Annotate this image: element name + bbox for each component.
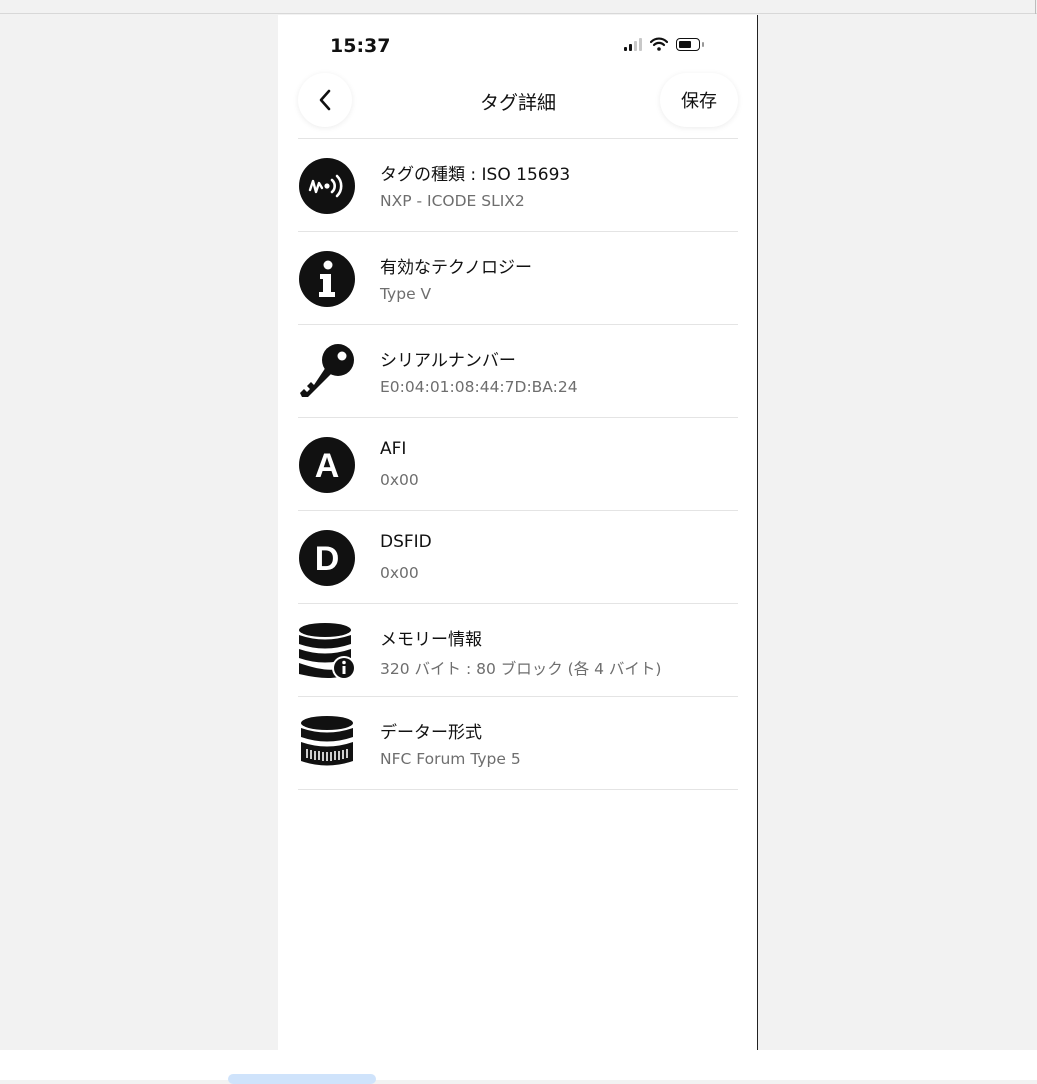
detail-value: NXP - ICODE SLIX2 bbox=[380, 192, 525, 210]
detail-title: シリアルナンバー bbox=[380, 351, 516, 371]
status-icons bbox=[624, 37, 704, 51]
detail-value: E0:04:01:08:44:7D:BA:24 bbox=[380, 378, 578, 396]
detail-value: Type V bbox=[380, 285, 432, 303]
detail-title: DSFID bbox=[380, 532, 432, 552]
key-icon bbox=[300, 344, 354, 397]
detail-row-data-format: データー形式 NFC Forum Type 5 bbox=[298, 697, 738, 790]
bottom-button-partial[interactable] bbox=[228, 1074, 376, 1084]
svg-text:A: A bbox=[315, 447, 340, 485]
detail-title: 有効なテクノロジー bbox=[380, 258, 532, 278]
detail-row-dsfid: D DSFID 0x00 bbox=[298, 511, 738, 604]
info-icon bbox=[299, 251, 355, 307]
database-format-icon bbox=[301, 716, 353, 766]
svg-text:D: D bbox=[315, 540, 340, 578]
tag-detail-list: タグの種類 : ISO 15693 NXP - ICODE SLIX2 有効なテ… bbox=[298, 139, 738, 790]
detail-row-memory: メモリー情報 320 バイト : 80 ブロック (各 4 バイト) bbox=[298, 604, 738, 697]
detail-row-technology: 有効なテクノロジー Type V bbox=[298, 232, 738, 325]
detail-value: 0x00 bbox=[380, 471, 419, 489]
nfc-wave-icon bbox=[299, 158, 355, 214]
detail-title: データー形式 bbox=[380, 723, 482, 743]
letter-d-icon: D bbox=[299, 530, 355, 586]
detail-title: メモリー情報 bbox=[380, 630, 482, 650]
battery-icon bbox=[676, 38, 704, 51]
detail-row-serial-number: シリアルナンバー E0:04:01:08:44:7D:BA:24 bbox=[298, 325, 738, 418]
phone-screen: 15:37 タグ詳細 保存 タグの種類 : ISO 15693 NXP - IC… bbox=[278, 15, 758, 1050]
detail-title: AFI bbox=[380, 439, 407, 459]
window-top-bar bbox=[0, 0, 1037, 14]
save-button[interactable]: 保存 bbox=[660, 73, 738, 127]
wifi-icon bbox=[650, 37, 668, 51]
detail-row-afi: A AFI 0x00 bbox=[298, 418, 738, 511]
letter-a-icon: A bbox=[299, 437, 355, 493]
detail-row-tag-type: タグの種類 : ISO 15693 NXP - ICODE SLIX2 bbox=[298, 139, 738, 232]
window-edge bbox=[1035, 0, 1036, 14]
detail-title: タグの種類 : ISO 15693 bbox=[380, 165, 571, 185]
status-time: 15:37 bbox=[330, 35, 391, 57]
bottom-area bbox=[0, 1050, 1037, 1080]
detail-value: 0x00 bbox=[380, 564, 419, 582]
detail-value: NFC Forum Type 5 bbox=[380, 750, 521, 768]
signal-icon bbox=[624, 37, 642, 51]
detail-value: 320 バイト : 80 ブロック (各 4 バイト) bbox=[380, 660, 662, 678]
database-info-icon bbox=[299, 623, 356, 680]
